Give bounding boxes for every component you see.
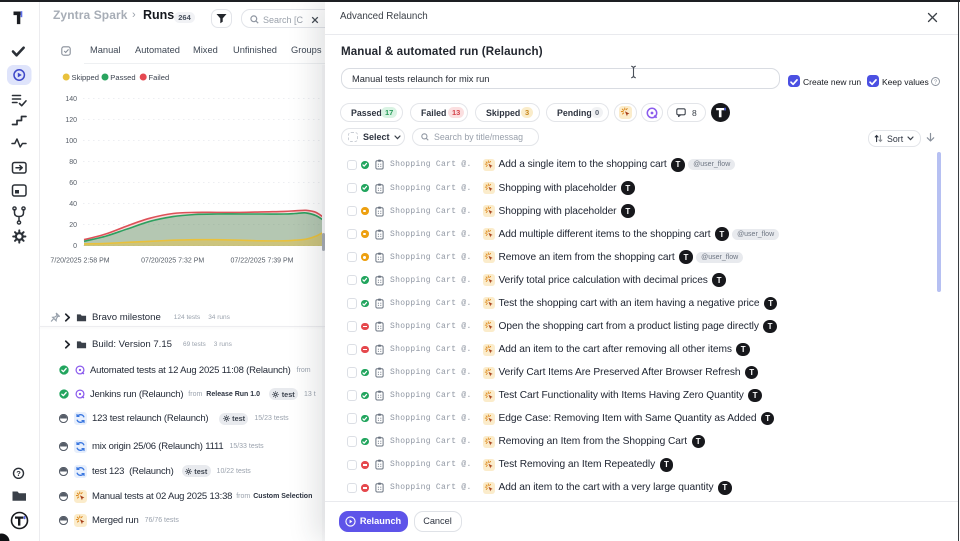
svg-text:Failed: Failed [149,73,170,82]
svg-text:140: 140 [65,96,77,103]
svg-text:120: 120 [65,117,77,124]
svg-text:80: 80 [69,159,77,166]
svg-text:40: 40 [69,201,77,208]
svg-text:?: ? [16,469,21,478]
svg-text:07/20/2025 7:32 PM: 07/20/2025 7:32 PM [141,258,204,265]
svg-text:20: 20 [69,222,77,229]
svg-text:07/22/2025 7:39 PM: 07/22/2025 7:39 PM [230,258,293,265]
svg-text:Passed: Passed [110,73,135,82]
svg-text:Skipped: Skipped [72,73,99,82]
svg-text:7/20/2025 2:58 PM: 7/20/2025 2:58 PM [50,258,109,265]
svg-text:60: 60 [69,180,77,187]
svg-text:0: 0 [73,243,77,250]
svg-text:100: 100 [65,138,77,145]
